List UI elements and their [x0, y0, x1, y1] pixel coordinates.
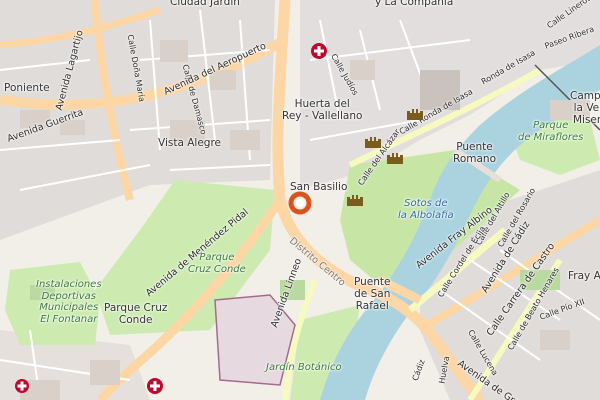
- label-vista-alegre: Vista Alegre: [158, 137, 221, 149]
- label-parque-cruz-conde-area: Parque Cruz Conde: [104, 302, 168, 327]
- label-parque-cruz-conde-park: Parque Cruz Conde: [188, 252, 246, 275]
- label-ciudad-jardin: Ciudad Jardín: [170, 0, 240, 8]
- label-sotos-albolafia: Sotos de la Albolafia: [398, 198, 454, 221]
- label-huerta-rey: Huerta del Rey - Vallellano: [282, 98, 363, 123]
- location-marker-icon[interactable]: [287, 190, 313, 216]
- label-la-compania: y La Compañía: [375, 0, 454, 8]
- label-jardin-botanico: Jardín Botánico: [266, 362, 342, 373]
- castle-icon[interactable]: [386, 151, 404, 165]
- label-puente-san-rafael: Puente de San Rafael: [354, 276, 391, 313]
- label-fray-a: Fray A: [568, 270, 600, 282]
- map-view[interactable]: Ciudad Jardín y La Compañía Calle Linero…: [0, 0, 600, 400]
- label-puente-romano: Puente Romano: [453, 141, 496, 166]
- hospital-icon[interactable]: [14, 378, 30, 394]
- label-parque-miraflores: Parque de Miraflores: [518, 120, 584, 143]
- hospital-icon[interactable]: [146, 377, 164, 395]
- label-poniente: Poniente: [4, 82, 50, 94]
- hospital-icon[interactable]: [310, 42, 328, 60]
- castle-icon[interactable]: [406, 107, 424, 121]
- castle-icon[interactable]: [346, 193, 364, 207]
- label-instalaciones-deportivas: Instalaciones Deportivas Municipales El …: [36, 279, 102, 325]
- castle-icon[interactable]: [364, 135, 382, 149]
